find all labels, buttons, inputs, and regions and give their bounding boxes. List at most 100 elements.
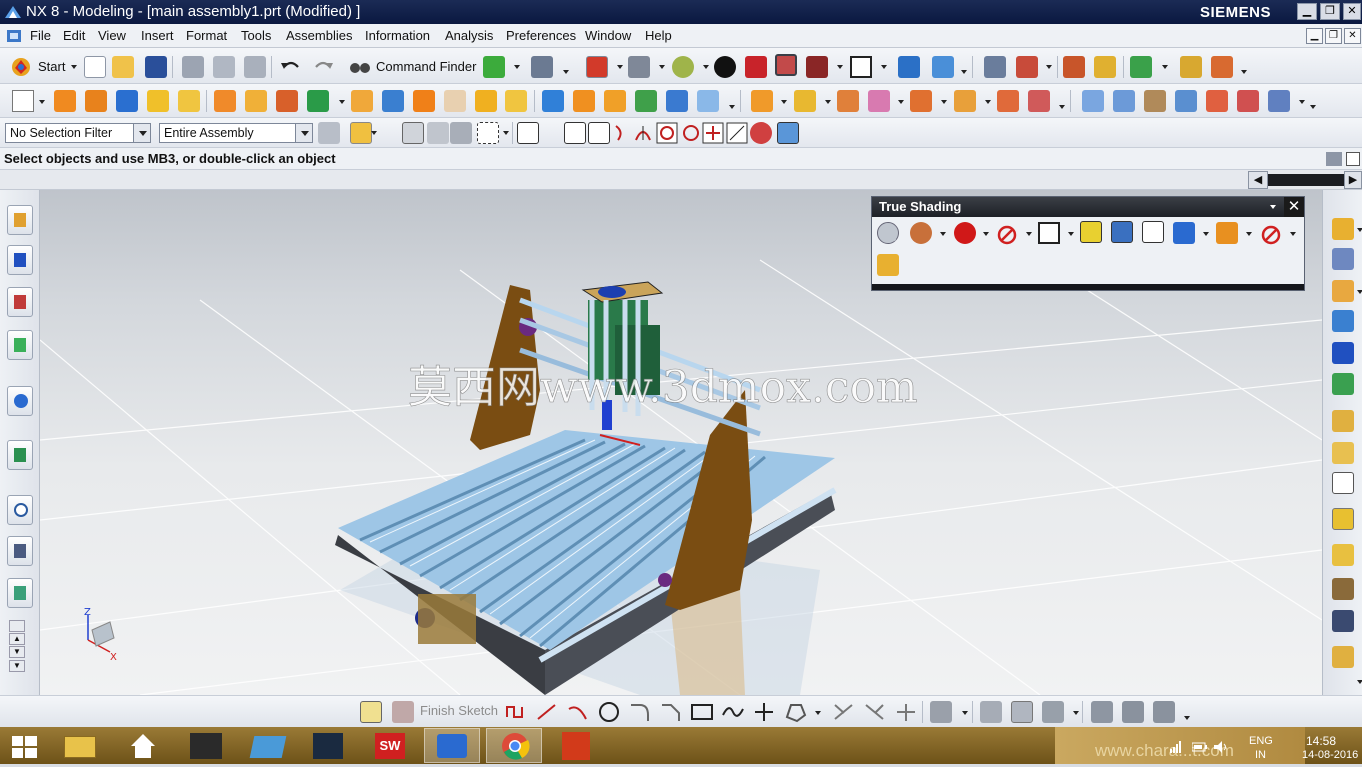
show-dof-icon[interactable] [1332, 373, 1354, 395]
language-indicator[interactable]: ENG [1249, 735, 1273, 747]
product-outline-icon[interactable] [1332, 610, 1354, 632]
file-explorer-icon[interactable] [52, 728, 108, 763]
lighting-icon[interactable] [1173, 222, 1195, 244]
component-group-icon[interactable] [1332, 248, 1354, 270]
system-materials-icon[interactable] [7, 536, 33, 566]
menu-edit[interactable]: Edit [63, 28, 85, 43]
intersection-point-icon[interactable] [634, 124, 652, 142]
drive-app-icon[interactable] [240, 728, 296, 763]
menu-tools[interactable]: Tools [241, 28, 271, 43]
point-on-face-icon[interactable] [750, 122, 772, 144]
doc-close-button[interactable]: ✕ [1344, 28, 1361, 44]
show-hide-icon[interactable] [1094, 56, 1116, 78]
assembly-constraints-icon[interactable] [1332, 342, 1354, 364]
signal-icon[interactable] [1170, 741, 1182, 753]
scroll-thumb[interactable] [1268, 174, 1344, 186]
studio-spline-icon[interactable] [721, 701, 745, 723]
history-icon[interactable] [7, 495, 33, 525]
end-point-icon[interactable] [564, 122, 586, 144]
scroll-up-icon[interactable] [9, 620, 25, 632]
menu-analysis[interactable]: Analysis [445, 28, 493, 43]
reflections-icon[interactable] [1111, 221, 1133, 243]
swept-icon[interactable] [1144, 90, 1166, 112]
language-region[interactable]: IN [1255, 749, 1266, 761]
fillet-icon[interactable] [628, 701, 652, 723]
add-component-icon[interactable] [751, 90, 773, 112]
quick-pick-icon[interactable] [777, 122, 799, 144]
menu-view[interactable]: View [98, 28, 126, 43]
rectangle-icon[interactable] [690, 701, 714, 723]
select-features-icon[interactable] [350, 122, 372, 144]
through-curves-icon[interactable] [1113, 90, 1135, 112]
layer-settings-icon[interactable] [984, 56, 1006, 78]
wave-link-icon[interactable] [997, 90, 1019, 112]
styled-sweep-icon[interactable] [1206, 90, 1228, 112]
selection-scope-dropdown[interactable]: Entire Assembly [159, 123, 313, 143]
reuse-library-icon[interactable] [7, 330, 33, 360]
offset-face-icon[interactable] [542, 90, 564, 112]
existing-point-icon[interactable] [702, 122, 724, 144]
subtract-icon[interactable] [276, 90, 298, 112]
component-materials-icon[interactable] [954, 222, 976, 244]
surface-grid-icon[interactable] [1082, 90, 1104, 112]
sew-icon[interactable] [635, 90, 657, 112]
orient-view-icon[interactable] [628, 56, 650, 78]
chevron-down-icon[interactable]: ▼ [9, 646, 25, 658]
shaded-edges-icon[interactable] [745, 56, 767, 78]
hd3d-tools-icon[interactable] [7, 386, 33, 416]
pdf-app-icon[interactable] [548, 728, 604, 763]
pattern-feature-icon[interactable] [214, 90, 236, 112]
true-shading-toggle-icon[interactable] [877, 222, 899, 244]
menu-help[interactable]: Help [645, 28, 672, 43]
new-component-icon[interactable] [794, 90, 816, 112]
studio-surface-icon[interactable] [1268, 90, 1290, 112]
chamfer-sketch-icon[interactable] [659, 701, 683, 723]
background-icon[interactable] [850, 56, 872, 78]
constraint-navigator-icon[interactable] [7, 245, 33, 275]
select-components-icon[interactable] [402, 122, 424, 144]
clip-section-icon[interactable] [932, 56, 954, 78]
menu-information[interactable]: Information [365, 28, 430, 43]
arc-center-icon[interactable] [656, 122, 678, 144]
3dsmax-icon[interactable] [300, 728, 356, 763]
app-menu-icon[interactable] [6, 28, 24, 44]
polygon-icon[interactable] [783, 701, 807, 723]
global-materials-icon[interactable] [910, 222, 932, 244]
restore-button[interactable]: ❐ [1320, 3, 1340, 20]
menu-assemblies[interactable]: Assemblies [286, 28, 352, 43]
minimize-button[interactable]: ▁ [1297, 3, 1317, 20]
cue-toggle-icon[interactable] [1326, 152, 1342, 166]
new-file-icon[interactable] [84, 56, 106, 78]
rectangle-select-icon[interactable] [477, 122, 499, 144]
point-on-curve-icon[interactable] [726, 122, 748, 144]
shell-icon[interactable] [413, 90, 435, 112]
menu-file[interactable]: File [30, 28, 51, 43]
chamfer-icon[interactable] [382, 90, 404, 112]
sketch-settings-icon[interactable] [1091, 701, 1113, 723]
snap-point-icon[interactable] [1063, 56, 1085, 78]
chrome-icon[interactable] [486, 728, 542, 763]
snap-enable-icon[interactable] [517, 122, 539, 144]
scroll-left-icon[interactable]: ◀ [1248, 171, 1268, 189]
profile-icon[interactable] [504, 701, 528, 723]
paste-icon[interactable] [244, 56, 266, 78]
move-component-icon[interactable] [1332, 310, 1354, 332]
constraints-icon[interactable] [1011, 701, 1033, 723]
select-by-type-icon[interactable] [318, 122, 340, 144]
scroll-down-icon[interactable]: ▼ [9, 660, 25, 672]
select-edges-icon[interactable] [450, 122, 472, 144]
scene-objects-icon[interactable] [1216, 222, 1238, 244]
check-clearance-icon[interactable] [1332, 410, 1354, 432]
start-button[interactable]: Start [38, 59, 65, 74]
sketch-icon[interactable] [12, 90, 34, 112]
make-corner-icon[interactable] [894, 701, 918, 723]
game-app-icon[interactable] [178, 728, 234, 763]
fit-view-icon[interactable] [586, 56, 608, 78]
boss-icon[interactable] [178, 90, 200, 112]
floor-grid-icon[interactable] [1142, 221, 1164, 243]
cue-expand-icon[interactable] [1346, 152, 1360, 166]
split-body-icon[interactable] [505, 90, 527, 112]
menu-format[interactable]: Format [186, 28, 227, 43]
draft-icon[interactable] [444, 90, 466, 112]
chevron-down-icon[interactable] [295, 124, 312, 142]
